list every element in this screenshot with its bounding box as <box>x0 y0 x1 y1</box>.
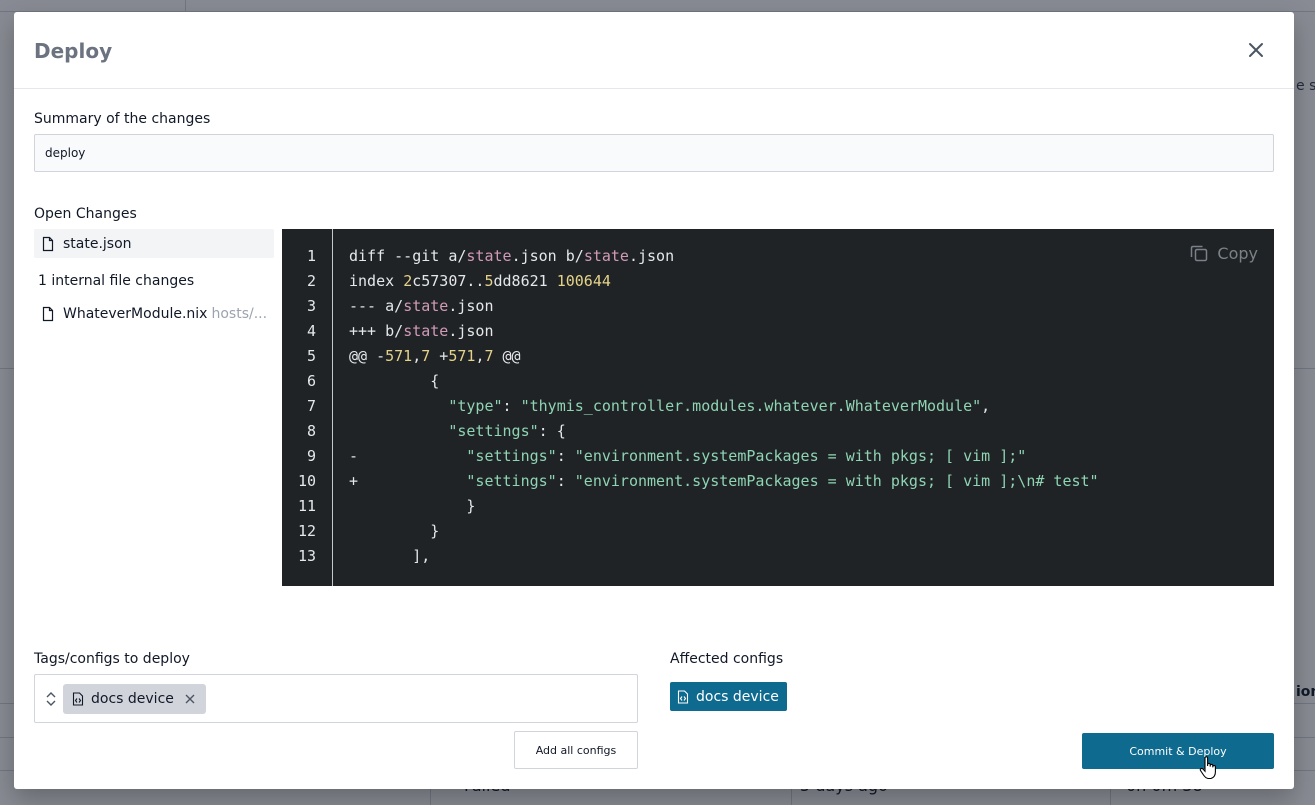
file-path-hint: hosts/... <box>211 305 268 322</box>
diff-viewer[interactable]: 1 2 3 4 5 6 7 8 9 10 11 12 13 diff --git… <box>282 229 1274 586</box>
copy-button[interactable]: Copy <box>1189 241 1258 265</box>
file-item-whatever-module[interactable]: WhateverModule.nix hosts/... <box>34 299 274 328</box>
diff-line: diff --git a/state.json b/state.json <box>349 247 675 265</box>
remove-tag-icon[interactable] <box>184 693 196 705</box>
line-number: 3 <box>306 297 316 315</box>
diff-line: @@ -571,7 +571,7 @@ <box>349 347 521 365</box>
line-number: 13 <box>297 547 316 565</box>
line-number: 7 <box>306 397 316 415</box>
close-button[interactable] <box>1244 38 1268 62</box>
file-item-label: WhateverModule.nix <box>63 305 208 322</box>
close-icon <box>1249 43 1263 57</box>
deploy-modal: Deploy Summary of the changes Open Chang… <box>14 12 1294 789</box>
affected-config-chip[interactable]: docs device <box>670 682 787 711</box>
diff-line: --- a/state.json <box>349 297 494 315</box>
line-number: 1 <box>306 247 316 265</box>
line-number: 4 <box>306 322 316 340</box>
diff-code: diff --git a/state.json b/state.json inde… <box>349 229 1274 569</box>
summary-label: Summary of the changes <box>34 111 211 127</box>
sort-icon <box>46 692 56 706</box>
line-number: 2 <box>306 272 316 290</box>
file-item-state-json[interactable]: state.json <box>34 229 274 258</box>
line-number: 9 <box>306 447 316 465</box>
config-icon <box>72 692 84 706</box>
open-changes-label: Open Changes <box>34 206 137 222</box>
commit-deploy-button[interactable]: Commit & Deploy <box>1082 733 1274 769</box>
line-number: 5 <box>306 347 316 365</box>
line-number-gutter: 1 2 3 4 5 6 7 8 9 10 11 12 13 <box>282 229 333 586</box>
diff-line: + "settings": "environment.systemPackage… <box>349 472 1099 490</box>
diff-line: index 2c57307..5dd8621 100644 <box>349 272 611 290</box>
internal-changes-label: 1 internal file changes <box>38 273 195 289</box>
diff-line: } <box>349 522 440 540</box>
diff-line: } <box>349 497 476 515</box>
diff-line: ], <box>349 547 431 565</box>
affected-configs-label: Affected configs <box>670 651 784 667</box>
diff-line: { <box>349 372 440 390</box>
config-icon <box>677 689 689 704</box>
file-item-label: state.json <box>63 235 132 252</box>
changed-files-list: state.json 1 internal file changes Whate… <box>34 229 274 328</box>
line-number: 12 <box>297 522 316 540</box>
file-icon <box>42 236 54 251</box>
tags-multiselect[interactable]: docs device <box>34 674 638 723</box>
line-number: 6 <box>306 372 316 390</box>
copy-icon <box>1191 245 1208 262</box>
file-icon <box>42 306 54 321</box>
line-number: 8 <box>306 422 316 440</box>
affected-config-label: docs device <box>696 688 779 705</box>
tag-chip: docs device <box>63 684 206 714</box>
copy-label: Copy <box>1217 243 1258 263</box>
modal-header: Deploy <box>14 12 1294 89</box>
tags-label: Tags/configs to deploy <box>34 651 190 667</box>
pointer-cursor-icon <box>1199 756 1216 780</box>
add-all-configs-button[interactable]: Add all configs <box>514 731 638 769</box>
diff-line: "settings": { <box>448 422 566 440</box>
modal-title: Deploy <box>34 39 113 63</box>
line-number: 10 <box>297 472 316 490</box>
summary-input[interactable] <box>34 134 1274 172</box>
line-number: 11 <box>297 497 316 515</box>
diff-line: - "settings": "environment.systemPackage… <box>349 447 1027 465</box>
diff-line: "type": "thymis_controller.modules.whate… <box>448 397 991 415</box>
diff-line: +++ b/state.json <box>349 322 494 340</box>
tag-chip-label: docs device <box>91 691 174 707</box>
